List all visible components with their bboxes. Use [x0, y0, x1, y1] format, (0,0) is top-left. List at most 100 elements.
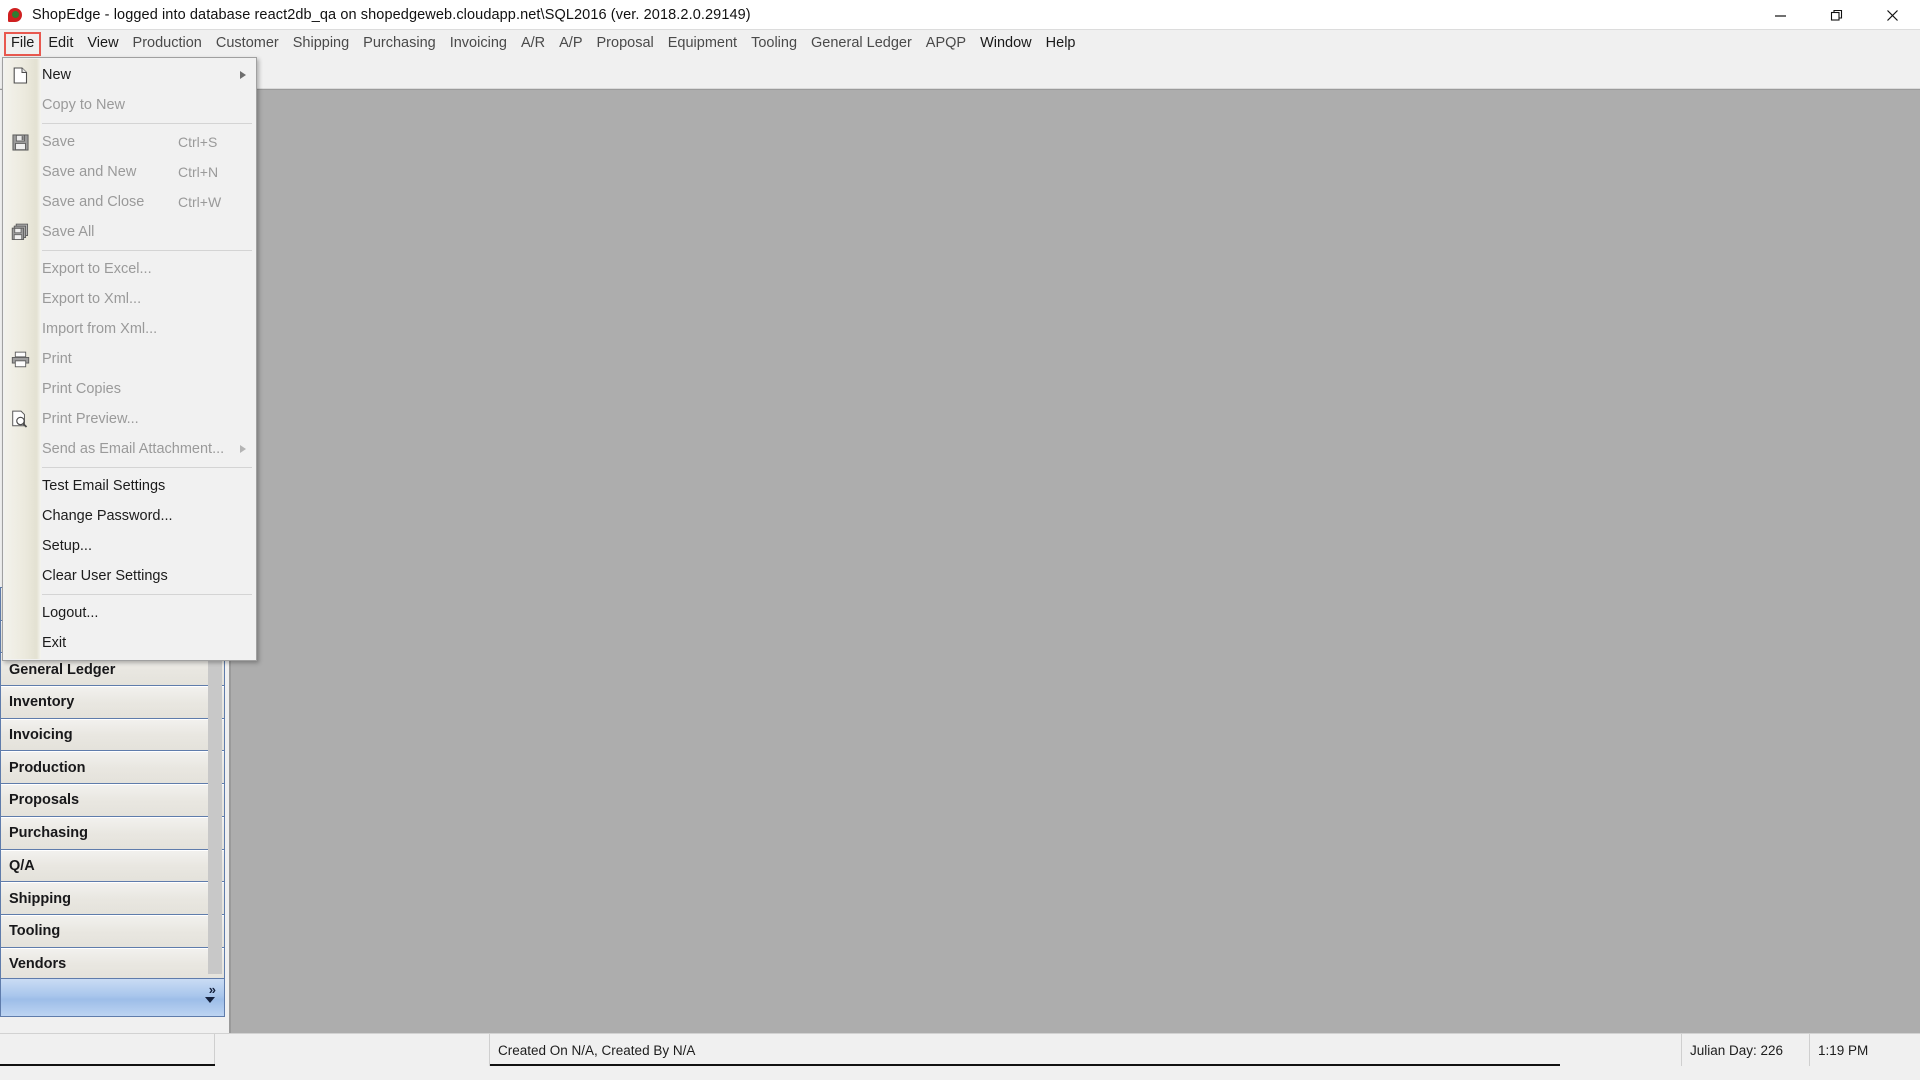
print-icon: [9, 349, 31, 369]
menu-invoicing[interactable]: Invoicing: [443, 32, 514, 56]
file-menu-item-label: Clear User Settings: [42, 568, 168, 584]
nav-item-vendors[interactable]: Vendors: [1, 947, 224, 981]
nav-item-production[interactable]: Production: [1, 751, 224, 785]
mdi-workspace: [231, 90, 1920, 1033]
nav-item-label: Proposals: [9, 792, 80, 809]
nav-overflow-button[interactable]: »: [1, 978, 224, 1016]
nav-item-purchasing[interactable]: Purchasing: [1, 816, 224, 850]
file-menu-item-label: Setup...: [42, 538, 92, 554]
file-menu-item-change-password[interactable]: Change Password...: [3, 501, 256, 531]
menu-customer[interactable]: Customer: [209, 32, 286, 56]
menu-apqp[interactable]: APQP: [919, 32, 973, 56]
menu-file[interactable]: File: [4, 31, 42, 56]
menu-general-ledger[interactable]: General Ledger: [804, 32, 919, 56]
file-menu-dropdown: New Copy to New Save Ctrl+S Save and New Ctrl…: [2, 57, 257, 661]
menu-tooling[interactable]: Tooling: [744, 32, 804, 56]
file-menu-item-label: Save and New: [42, 164, 137, 180]
status-underline: [490, 1064, 1560, 1066]
status-cell-left: [0, 1034, 215, 1066]
client-area: CustomersEquipmentGeneral LedgerInventor…: [0, 89, 1920, 1066]
status-clock: 1:19 PM: [1818, 1042, 1869, 1058]
file-menu-item-label: Export to Excel...: [42, 261, 152, 277]
submenu-arrow-icon: [240, 445, 246, 453]
shopedge-logo-icon: [8, 7, 24, 23]
nav-item-label: Inventory: [9, 694, 75, 711]
menu-separator: [3, 464, 256, 471]
file-menu-item-save-all: Save All: [3, 217, 256, 247]
print-preview-icon: [9, 409, 31, 429]
file-menu-item-setup[interactable]: Setup...: [3, 531, 256, 561]
file-menu-item-label: Save All: [42, 224, 95, 240]
menu-a-p[interactable]: A/P: [552, 32, 589, 56]
file-menu-item-label: New: [42, 67, 72, 83]
nav-item-label: Shipping: [9, 890, 72, 907]
nav-item-tooling[interactable]: Tooling: [1, 914, 224, 948]
close-button[interactable]: [1864, 0, 1920, 30]
status-julian-day: Julian Day: 226: [1682, 1034, 1810, 1066]
nav-item-label: Invoicing: [9, 727, 73, 744]
new-document-icon: [9, 65, 31, 85]
menu-shipping[interactable]: Shipping: [286, 32, 356, 56]
file-menu-item-shortcut: Ctrl+S: [178, 134, 218, 150]
nav-item-inventory[interactable]: Inventory: [1, 686, 224, 719]
save-disk-icon: [9, 132, 31, 152]
window-title: ShopEdge - logged into database react2db…: [32, 6, 751, 23]
nav-item-proposals[interactable]: Proposals: [1, 784, 224, 817]
file-menu-item-label: Change Password...: [42, 508, 173, 524]
file-menu-items: New Copy to New Save Ctrl+S Save and New Ctrl…: [3, 60, 256, 658]
file-menu-item-label: Save and Close: [42, 194, 145, 210]
file-menu-item-shortcut: Ctrl+W: [178, 194, 222, 210]
chevron-down-icon: [205, 997, 215, 1003]
file-menu-item-save-and-close: Save and Close Ctrl+W: [3, 187, 256, 217]
file-menu-item-label: Copy to New: [42, 97, 126, 113]
file-menu-item-label: Logout...: [42, 605, 99, 621]
nav-item-shipping[interactable]: Shipping: [1, 882, 224, 915]
file-menu-item-test-email-settings[interactable]: Test Email Settings: [3, 471, 256, 501]
file-menu-item-clear-user-settings[interactable]: Clear User Settings: [3, 561, 256, 591]
file-menu-item-label: Export to Xml...: [42, 291, 142, 307]
menu-edit[interactable]: Edit: [41, 32, 80, 56]
file-menu-item-export-to-excel: Export to Excel...: [3, 254, 256, 284]
file-menu-item-save-and-new: Save and New Ctrl+N: [3, 157, 256, 187]
nav-item-q-a[interactable]: Q/A: [1, 849, 224, 883]
file-menu-item-exit[interactable]: Exit: [3, 628, 256, 658]
file-menu-item-send-as-email-attachment: Send as Email Attachment...: [3, 434, 256, 464]
chevron-double-right-icon: »: [208, 982, 216, 997]
status-record-info: Created On N/A, Created By N/A: [490, 1034, 1682, 1066]
menu-a-r[interactable]: A/R: [514, 32, 552, 56]
status-bar: Created On N/A, Created By N/A Julian Da…: [0, 1033, 1920, 1066]
menu-view[interactable]: View: [80, 32, 125, 56]
file-menu-item-import-from-xml: Import from Xml...: [3, 314, 256, 344]
file-menu-item-label: Exit: [42, 635, 67, 651]
file-menu-item-print: Print: [3, 344, 256, 374]
file-menu-item-logout[interactable]: Logout...: [3, 598, 256, 628]
main-menu-bar: File Edit View Production Customer Shipping Pu…: [0, 30, 1920, 57]
menu-production[interactable]: Production: [126, 32, 209, 56]
menu-separator: [3, 247, 256, 254]
status-cell-spacer: [215, 1034, 490, 1066]
nav-item-label: Q/A: [9, 857, 35, 874]
menu-window[interactable]: Window: [973, 32, 1039, 56]
restore-button[interactable]: [1808, 0, 1864, 30]
save-all-icon: [9, 222, 31, 242]
minimize-button[interactable]: [1752, 0, 1808, 30]
nav-item-label: Production: [9, 759, 86, 776]
file-menu-item-print-preview: Print Preview...: [3, 404, 256, 434]
menu-purchasing[interactable]: Purchasing: [356, 32, 443, 56]
file-menu-item-save: Save Ctrl+S: [3, 127, 256, 157]
file-menu-item-shortcut: Ctrl+N: [178, 164, 219, 180]
file-menu-item-copy-to-new: Copy to New: [3, 90, 256, 120]
menu-help[interactable]: Help: [1039, 32, 1083, 56]
file-menu-item-label: Print: [42, 351, 72, 367]
menu-proposal[interactable]: Proposal: [590, 32, 661, 56]
file-menu-item-print-copies: Print Copies: [3, 374, 256, 404]
status-underline-left: [0, 1064, 215, 1066]
nav-item-invoicing[interactable]: Invoicing: [1, 718, 224, 752]
window-controls: [1752, 0, 1920, 30]
nav-item-label: Vendors: [9, 955, 67, 972]
menu-equipment[interactable]: Equipment: [661, 32, 744, 56]
file-menu-item-label: Send as Email Attachment...: [42, 441, 225, 457]
file-menu-item-new[interactable]: New: [3, 60, 256, 90]
menu-separator: [3, 591, 256, 598]
title-bar: ShopEdge - logged into database react2db…: [0, 0, 1920, 30]
